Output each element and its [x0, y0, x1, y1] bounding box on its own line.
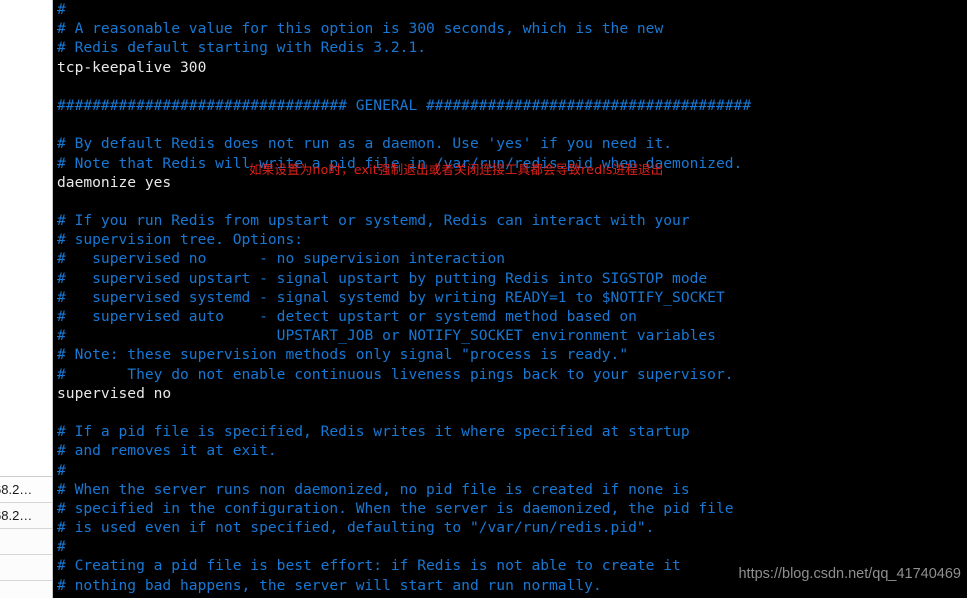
panel-row[interactable]: 68.2… [0, 476, 52, 502]
terminal-line: # [57, 538, 66, 556]
terminal-line: ################################# GENERA… [57, 96, 752, 114]
terminal-line: # By default Redis does not run as a dae… [57, 135, 673, 153]
terminal-line: # specified in the configuration. When t… [57, 499, 734, 517]
panel-row[interactable] [0, 580, 52, 598]
terminal-line: # [57, 461, 66, 479]
panel-row[interactable] [0, 554, 52, 580]
terminal-line: # supervised upstart - signal upstart by… [57, 269, 708, 287]
terminal-line: # UPSTART_JOB or NOTIFY_SOCKET environme… [57, 327, 716, 345]
terminal-line: # If you run Redis from upstart or syste… [57, 212, 690, 230]
terminal-line: # supervised no - no supervision interac… [57, 250, 506, 268]
terminal-line: supervised no [57, 384, 172, 402]
terminal-line: tcp-keepalive 300 [57, 58, 207, 76]
red-annotation-note: 如果设置为no时，exit强制退出或者关闭连接工具都会导致redis进程退出 [249, 162, 664, 177]
terminal-line: # supervised systemd - signal systemd by… [57, 288, 725, 306]
terminal-line: # [57, 1, 66, 18]
terminal-line: # Redis default starting with Redis 3.2.… [57, 39, 427, 57]
terminal-line: # They do not enable continuous liveness… [57, 365, 734, 383]
panel-row[interactable]: 68.2… [0, 502, 52, 528]
terminal-window[interactable]: # # A reasonable value for this option is… [53, 0, 967, 598]
panel-blank-area [0, 0, 52, 476]
terminal-line: # Note: these supervision methods only s… [57, 346, 629, 364]
terminal-line: # supervision tree. Options: [57, 231, 304, 249]
terminal-line: # If a pid file is specified, Redis writ… [57, 423, 690, 441]
left-side-panel: 68.2…68.2… [0, 0, 53, 598]
terminal-line: # A reasonable value for this option is … [57, 20, 664, 38]
terminal-line: # and removes it at exit. [57, 442, 277, 460]
panel-row-list: 68.2…68.2… [0, 476, 52, 598]
panel-row[interactable] [0, 528, 52, 554]
terminal-text-area: # # A reasonable value for this option is… [53, 0, 967, 598]
terminal-line: # When the server runs non daemonized, n… [57, 480, 690, 498]
blog-watermark: https://blog.csdn.net/qq_41740469 [738, 566, 961, 582]
screenshot-root: 68.2…68.2… # # A reasonable value for thi… [0, 0, 967, 598]
terminal-line: # supervised auto - detect upstart or sy… [57, 308, 637, 325]
terminal-line: # is used even if not specified, default… [57, 519, 655, 537]
